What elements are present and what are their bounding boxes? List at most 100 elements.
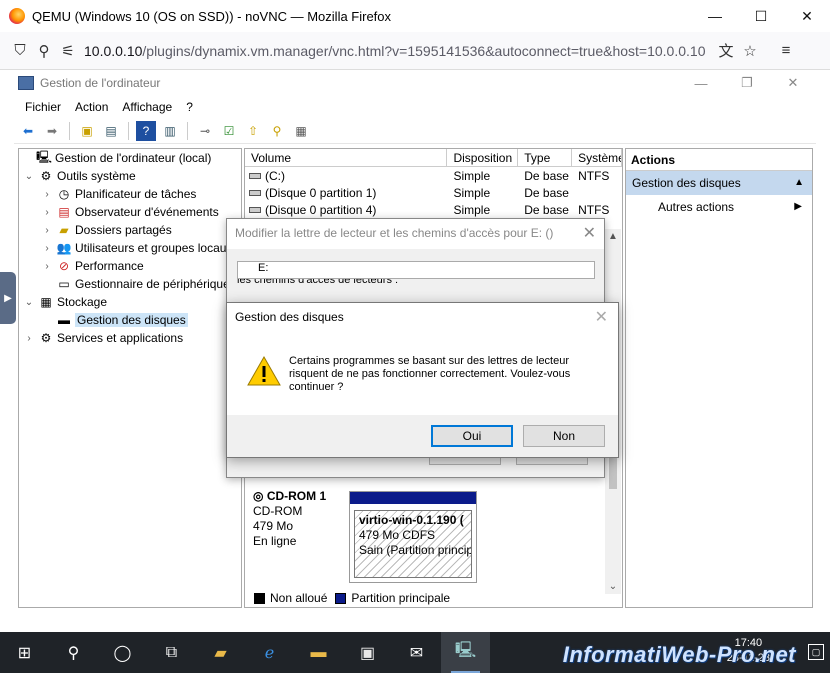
drive-path-item[interactable]: E: [258,262,268,274]
translate-icon[interactable]: 文 [714,39,738,63]
submenu-arrow-icon: ▶ [794,201,802,212]
event-viewer-icon: ▤ [58,205,70,219]
expand-chevron-icon[interactable]: › [41,261,53,272]
watermark: InformatiWeb-Pro.net [562,642,796,667]
tree-item-task-scheduler[interactable]: › ◷ Planificateur de tâches [19,185,241,203]
table-row[interactable]: (Disque 0 partition 1) Simple De base [245,184,622,201]
volume-name: (C:) [265,168,285,183]
yes-button[interactable]: Oui [431,425,513,447]
legend-swatch-unallocated [254,592,265,604]
actions-section-disk-management[interactable]: Gestion des disques ▲ [626,171,812,195]
dialog-title: Modifier la lettre de lecteur et les che… [235,226,554,240]
show-hide-tree-icon[interactable]: ▤ [101,121,121,141]
menu-help[interactable]: ? [179,100,200,114]
expand-chevron-icon[interactable]: › [23,333,35,344]
collapse-triangle-icon[interactable]: ▲ [794,171,804,195]
no-button[interactable]: Non [523,425,605,447]
expand-chevron-icon[interactable]: › [41,207,53,218]
storage-icon: ▦ [40,295,52,309]
computer-management-taskbar-icon[interactable]: 🖳 [441,632,490,673]
scroll-up-icon[interactable]: ▲ [605,231,621,242]
confirm-footer: Oui Non [227,415,618,457]
start-windows-icon[interactable]: ⊞ [0,632,49,673]
cortana-icon[interactable]: ◯ [98,632,147,673]
expand-chevron-icon[interactable]: › [41,225,53,236]
tree-item-storage[interactable]: ⌄ ▦ Stockage [19,293,241,311]
mmc-close-icon[interactable]: ✕ [770,70,816,96]
tree-item-event-viewer[interactable]: › ▤ Observateur d'événements [19,203,241,221]
close-icon[interactable]: ✕ [784,0,830,32]
tree-item-system-tools[interactable]: ⌄ ⚙ Outils système [19,167,241,185]
action-pane-icon[interactable]: ▥ [160,121,180,141]
volume-layout: Simple [453,202,491,217]
header-system[interactable]: Système [572,149,622,166]
cdrom-status: En ligne [253,534,297,548]
maximize-icon[interactable]: ☐ [738,0,784,32]
header-disposition[interactable]: Disposition [447,149,519,166]
properties-icon[interactable]: ▦ [291,121,311,141]
tree-item-performance[interactable]: › ⊘ Performance [19,257,241,275]
notification-icon[interactable]: ▢ [808,644,824,660]
help-icon[interactable]: ? [136,120,156,141]
expand-chevron-icon[interactable]: › [41,243,53,254]
browser-title: QEMU (Windows 10 (OS on SSD)) - noVNC — … [32,8,392,24]
expand-chevron-icon[interactable]: › [41,189,53,200]
mail-icon[interactable]: ✉ [392,632,441,673]
minimize-icon[interactable]: — [692,0,738,32]
tree-item-local-users[interactable]: › 👥 Utilisateurs et groupes locaux [19,239,241,257]
site-settings-icon[interactable]: ⚟ [56,39,80,63]
collapse-chevron-icon[interactable]: ⌄ [23,297,35,308]
folder-up-icon[interactable]: ⇧ [243,121,263,141]
scroll-down-icon[interactable]: ⌄ [605,581,621,592]
menu-fichier[interactable]: Fichier [18,100,68,114]
navigation-tree: 🖳 Gestion de l'ordinateur (local) ⌄ ⚙ Outil… [18,148,242,608]
back-arrow-icon[interactable]: ⬅ [18,121,38,141]
partition-status: Sain (Partition princip [359,543,472,557]
table-row[interactable]: (Disque 0 partition 4) Simple De base NT… [245,201,622,218]
edge-icon[interactable]: ℯ [245,632,294,673]
tree-item-device-manager[interactable]: ▭ Gestionnaire de périphériques [19,275,241,293]
dialog-close-icon[interactable]: ✕ [583,223,596,243]
table-row[interactable]: (C:) Simple De base NTFS [245,167,622,184]
bookmark-star-icon[interactable]: ☆ [738,39,762,63]
mmc-minimize-icon[interactable]: — [678,70,724,96]
shield-icon[interactable]: ⛉ [8,39,32,63]
drive-path-list[interactable]: E: [237,261,595,279]
volume-layout: Simple [453,185,491,200]
up-folder-icon[interactable]: ▣ [77,121,97,141]
task-view-icon[interactable]: ⧉ [147,632,196,673]
search-icon[interactable]: ⚲ [49,632,98,673]
cdrom-partition[interactable]: virtio-win-0.1.190 ( 479 Mo CDFS Sain (P… [349,491,477,583]
tree-item-shared-folders[interactable]: › ▰ Dossiers partagés [19,221,241,239]
header-volume[interactable]: Volume [245,149,448,166]
drive-icon [249,190,261,197]
connect-icon[interactable]: ⊸ [195,121,215,141]
volume-table-header: Volume Disposition Type Système [245,149,622,167]
collapse-chevron-icon[interactable]: ⌄ [23,171,35,182]
forward-arrow-icon[interactable]: ➡ [42,121,62,141]
confirm-close-icon[interactable]: ✕ [595,307,608,327]
file-explorer-2-icon[interactable]: ▬ [294,632,343,673]
novnc-control-handle[interactable]: ▶ [0,272,16,324]
menu-action[interactable]: Action [68,100,115,114]
actions-more-actions[interactable]: Autres actions ▶ [626,195,812,219]
toolbar-separator [69,121,70,140]
file-explorer-icon[interactable]: ▰ [196,632,245,673]
mmc-restore-icon[interactable]: ❐ [724,70,770,96]
shared-folder-icon: ▰ [59,223,69,237]
url-bar[interactable]: 10.0.0.10/plugins/dynamix.vm.manager/vnc… [84,43,714,59]
tree-item-disk-management[interactable]: ▬ Gestion des disques [19,311,241,329]
store-icon[interactable]: ▣ [343,632,392,673]
cdrom-info[interactable]: ◎ CD-ROM 1 CD-ROM 479 Mo En ligne [253,489,347,584]
search-icon[interactable]: ⚲ [267,121,287,141]
tree-item-services-apps[interactable]: › ⚙ Services et applications [19,329,241,347]
menu-affichage[interactable]: Affichage [115,100,179,114]
tree-item-computer-management[interactable]: 🖳 Gestion de l'ordinateur (local) [19,149,241,167]
header-type[interactable]: Type [518,149,573,166]
legend: Non alloué Partition principale [249,589,450,607]
permissions-icon[interactable]: ⚲ [32,39,56,63]
partition-body: virtio-win-0.1.190 ( 479 Mo CDFS Sain (P… [354,510,472,578]
check-icon[interactable]: ☑ [219,121,239,141]
volume-name: (Disque 0 partition 4) [265,202,377,217]
menu-hamburger-icon[interactable]: ≡ [774,39,798,63]
